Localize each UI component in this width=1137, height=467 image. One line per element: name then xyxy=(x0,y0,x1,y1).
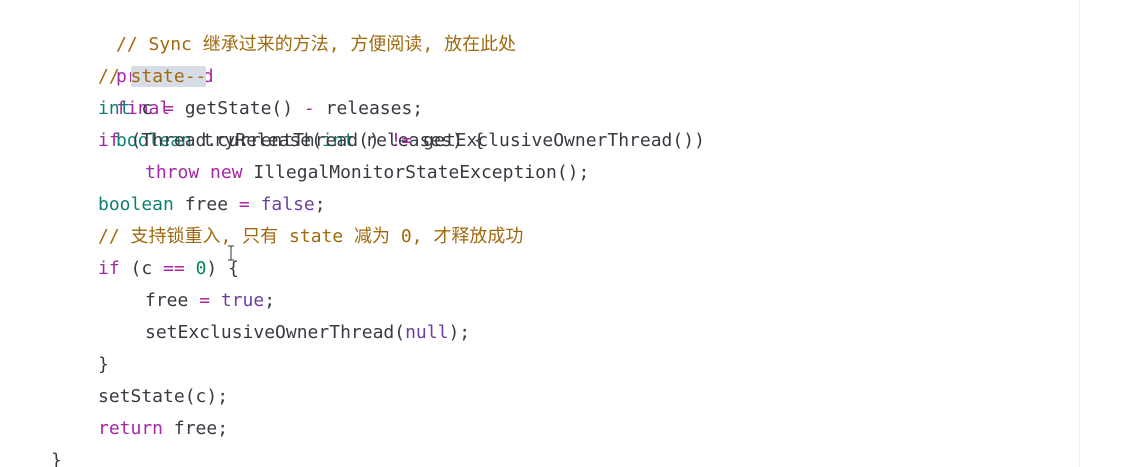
code-text: setState(c); xyxy=(98,386,229,407)
code-line-3: // state-- xyxy=(51,61,705,93)
code-text: setExclusiveOwnerThread( xyxy=(145,322,406,343)
code-line-12: } xyxy=(51,349,705,381)
code-line-5: if (Thread.currentThread() != getExclusi… xyxy=(51,125,705,157)
code-text: getState() xyxy=(173,98,304,119)
code-line-8: // 支持锁重入, 只有 state 减为 0, 才释放成功 xyxy=(51,221,705,253)
code-text: getExclusiveOwnerThread()) xyxy=(412,130,705,151)
code-line-10: free = true; xyxy=(51,285,705,317)
code-text: ); xyxy=(448,322,471,343)
keyword-if: if xyxy=(98,258,120,279)
operator-assign: = xyxy=(163,98,174,119)
literal-null: null xyxy=(405,322,449,343)
code-text: ) { xyxy=(206,258,239,279)
number-literal: 0 xyxy=(195,258,207,279)
operator-assign: = xyxy=(199,290,211,311)
selected-text-highlight[interactable]: state-- xyxy=(130,66,207,87)
code-line-6: throw new IllegalMonitorStateException()… xyxy=(51,157,705,189)
type-int: int xyxy=(98,98,131,119)
code-text: ; xyxy=(264,290,276,311)
code-line-15: } xyxy=(51,445,705,467)
keyword-return: return xyxy=(98,418,164,439)
code-line-11: setExclusiveOwnerThread(null); xyxy=(51,317,705,349)
code-text: c xyxy=(130,98,164,119)
operator-equals: == xyxy=(163,258,185,279)
code-line-13: setState(c); xyxy=(51,381,705,413)
code-viewer: // Sync 继承过来的方法, 方便阅读, 放在此处 protected fi… xyxy=(0,0,1137,467)
code-line-9: if (c == 0) { xyxy=(51,253,705,285)
comment: // Sync 继承过来的方法, 方便阅读, 放在此处 xyxy=(116,34,517,55)
code-line-7: boolean free = false; xyxy=(51,189,705,221)
code-text: (Thread.currentThread() xyxy=(119,130,391,151)
code-text: ; xyxy=(314,194,326,215)
keyword-if: if xyxy=(98,130,120,151)
code-line-4: int c = getState() - releases; xyxy=(51,93,705,125)
operator-minus: - xyxy=(303,98,315,119)
keyword-throw: throw xyxy=(145,162,200,183)
operator-assign: = xyxy=(238,194,250,215)
literal-true: true xyxy=(220,290,265,311)
code-block: // Sync 继承过来的方法, 方便阅读, 放在此处 protected fi… xyxy=(51,0,705,467)
code-text: releases; xyxy=(314,98,424,119)
code-text: free xyxy=(173,194,239,215)
operator-not-equal: != xyxy=(390,130,413,151)
code-line-1: // Sync 继承过来的方法, 方便阅读, 放在此处 xyxy=(51,0,705,55)
code-line-14: return free; xyxy=(51,413,705,445)
keyword-new: new xyxy=(210,162,243,183)
closing-brace: } xyxy=(98,354,109,375)
type-boolean: boolean xyxy=(98,194,174,215)
comment-prefix: // xyxy=(98,66,131,87)
comment: // 支持锁重入, 只有 state 减为 0, 才释放成功 xyxy=(98,226,524,247)
literal-false: false xyxy=(260,194,315,215)
right-margin-divider xyxy=(1079,0,1080,467)
closing-brace: } xyxy=(51,450,62,467)
code-text: (c xyxy=(119,258,164,279)
code-text: free xyxy=(145,290,200,311)
text-ibeam-cursor-icon xyxy=(228,245,234,261)
code-text: IllegalMonitorStateException(); xyxy=(242,162,590,183)
code-text: free; xyxy=(163,418,229,439)
